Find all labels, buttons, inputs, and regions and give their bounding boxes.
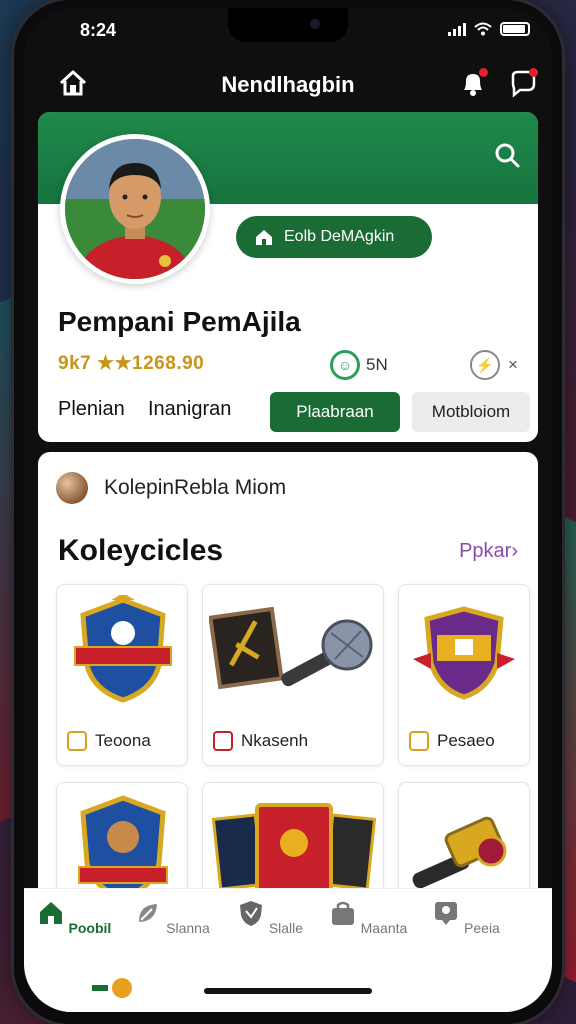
collection-item[interactable]: Pesaeo bbox=[398, 584, 530, 766]
search-button[interactable] bbox=[492, 140, 522, 170]
corner-decoration bbox=[92, 978, 132, 998]
see-more-link[interactable]: Ppkar› bbox=[459, 540, 518, 563]
bag-icon bbox=[331, 901, 354, 925]
stat-badge-label: 5N bbox=[366, 355, 388, 374]
tab-inanigran[interactable]: Inanigran bbox=[148, 398, 231, 421]
shield-icon bbox=[239, 901, 262, 926]
nav-label: Slalle bbox=[268, 920, 304, 936]
profile-name: Pempani PemAjila bbox=[58, 306, 301, 337]
home-indicator[interactable] bbox=[204, 988, 372, 994]
shield-crest-icon bbox=[74, 595, 172, 703]
nav-item-home[interactable]: Poobil bbox=[34, 899, 114, 936]
stat-badge-label: × bbox=[508, 355, 518, 374]
profile-card: Eolb DeMAgkin Pempani PemAjila 9k7 ★★126… bbox=[38, 112, 538, 442]
home-icon bbox=[256, 230, 272, 245]
collection-header-label: KolepinRebla Miom bbox=[104, 476, 287, 499]
wifi-icon bbox=[474, 22, 492, 36]
bolt-icon: ⚡ bbox=[470, 350, 500, 380]
app-screen: 8:24 Nendlhagbin Eolb DeMAgkin Pempani P… bbox=[24, 8, 552, 1012]
collection-item-name: Nkasenh bbox=[241, 731, 309, 750]
signal-icon bbox=[448, 22, 466, 36]
collection-item[interactable]: Nkasenh bbox=[202, 584, 384, 766]
profile-icon bbox=[435, 902, 458, 925]
shield-ball-icon bbox=[78, 795, 168, 901]
coin-icon bbox=[409, 731, 429, 751]
status-time: 8:24 bbox=[80, 20, 117, 40]
message-badge bbox=[529, 68, 538, 77]
crest-badge-icon bbox=[413, 606, 515, 700]
collection-item-label: Nkasenh bbox=[213, 731, 308, 751]
flag-mark bbox=[92, 985, 108, 991]
battery-icon bbox=[500, 22, 530, 36]
section-title: Koleycicles bbox=[58, 534, 224, 567]
collection-header: KolepinRebla Miom bbox=[56, 472, 286, 504]
nav-label: Poobil bbox=[68, 920, 112, 936]
stat-badge[interactable]: ⚡ × bbox=[470, 350, 518, 380]
collection-item-label: Pesaeo bbox=[409, 731, 495, 751]
app-header: Nendlhagbin bbox=[24, 58, 552, 114]
collection-item-label: Teoona bbox=[67, 731, 151, 751]
ball-icon bbox=[56, 472, 88, 504]
player-portrait bbox=[65, 139, 205, 279]
tab-plenian[interactable]: Plenian bbox=[58, 398, 125, 421]
collection-item-name: Teoona bbox=[95, 731, 151, 750]
nav-item-leaf[interactable]: Slanna bbox=[132, 899, 212, 936]
collection-item-name: Pesaeo bbox=[437, 731, 495, 750]
coin-icon bbox=[67, 731, 87, 751]
home-icon bbox=[39, 902, 62, 924]
nav-label: Peeia bbox=[464, 920, 500, 936]
follow-button[interactable]: Eolb DeMAgkin bbox=[236, 216, 432, 258]
notifications-button[interactable] bbox=[458, 68, 488, 98]
nav-label: Maanta bbox=[360, 920, 408, 936]
messages-button[interactable] bbox=[508, 68, 538, 98]
secondary-button[interactable]: Motbloiom bbox=[412, 392, 530, 432]
coin-icon bbox=[112, 978, 132, 998]
stat-badge[interactable]: ☺ 5N bbox=[330, 350, 388, 380]
search-icon bbox=[495, 143, 520, 168]
nav-item-profile[interactable]: Peeia bbox=[426, 899, 506, 936]
profile-stats: 9k7 ★★1268.90 bbox=[58, 353, 205, 374]
notification-badge bbox=[479, 68, 488, 77]
hammer-flag-icon bbox=[209, 606, 373, 690]
smile-icon: ☺ bbox=[330, 350, 360, 380]
nav-item-bag[interactable]: Maanta bbox=[328, 899, 408, 936]
leaf-icon bbox=[139, 904, 158, 922]
golden-hammer-icon bbox=[412, 816, 507, 889]
follow-label: Eolb DeMAgkin bbox=[284, 228, 395, 245]
primary-button[interactable]: Plaabraan bbox=[270, 392, 400, 432]
card-deck-icon bbox=[211, 803, 377, 895]
phone-frame: 8:24 Nendlhagbin Eolb DeMAgkin Pempani P… bbox=[14, 0, 562, 1024]
nav-label: Slanna bbox=[166, 920, 210, 936]
avatar[interactable] bbox=[60, 134, 210, 284]
nav-item-shield[interactable]: Slalle bbox=[230, 899, 310, 936]
collection-item[interactable]: Teoona bbox=[56, 584, 188, 766]
status-bar: 8:24 bbox=[24, 8, 552, 52]
status-icons bbox=[448, 22, 530, 36]
shield-mini-icon bbox=[213, 731, 233, 751]
